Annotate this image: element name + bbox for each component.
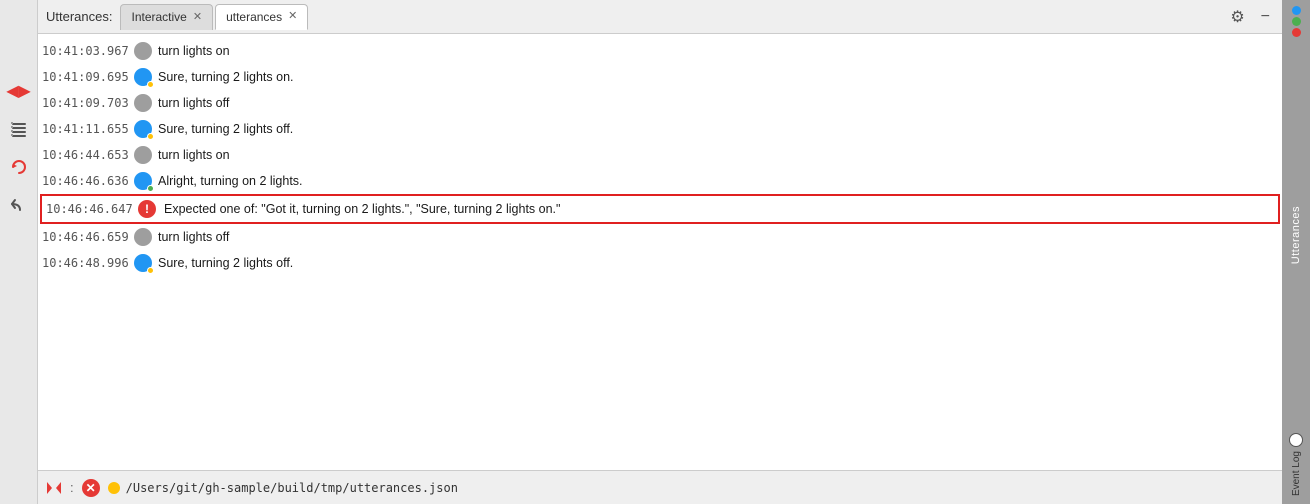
timestamp: 10:46:46.636 [42, 174, 132, 188]
blue-dot-icon [1292, 6, 1301, 15]
red-dot-icon [1292, 28, 1301, 37]
log-message: Alright, turning on 2 lights. [158, 174, 1274, 188]
tab-bar: Utterances: Interactive ✕ utterances ✕ ⚙… [38, 0, 1282, 34]
log-message: turn lights off [158, 230, 1274, 244]
timestamp: 10:46:46.659 [42, 230, 132, 244]
log-row: 10:41:09.695 Sure, turning 2 lights on. [38, 64, 1282, 90]
log-row: 10:46:44.653 turn lights on [38, 142, 1282, 168]
list-icon[interactable] [8, 118, 30, 140]
log-message: turn lights on [158, 148, 1274, 162]
utterances-label: Utterances: [46, 9, 112, 24]
log-message: Sure, turning 2 lights off. [158, 256, 1274, 270]
agent-avatar-icon [132, 170, 154, 192]
error-log-row: 10:46:46.647 ! Expected one of: "Got it,… [40, 194, 1280, 224]
right-sidebar-top [1292, 0, 1301, 37]
main-content: Utterances: Interactive ✕ utterances ✕ ⚙… [38, 0, 1282, 504]
timestamp: 10:46:46.647 [46, 202, 136, 216]
settings-button[interactable]: ⚙ [1226, 5, 1248, 29]
timestamp: 10:41:09.703 [42, 96, 132, 110]
timestamp: 10:41:09.695 [42, 70, 132, 84]
tab-interactive-close[interactable]: ✕ [193, 12, 202, 23]
agent-avatar-icon [132, 66, 154, 88]
error-x-label: ✕ [86, 481, 96, 495]
utterances-sidebar-label[interactable]: Utterances [1290, 206, 1302, 264]
log-message: Sure, turning 2 lights on. [158, 70, 1274, 84]
agent-avatar-icon [132, 118, 154, 140]
file-path-area: /Users/git/gh-sample/build/tmp/utterance… [108, 481, 1274, 495]
agent-avatar-icon [132, 252, 154, 274]
tab-utterances-close[interactable]: ✕ [288, 11, 297, 22]
event-log-radio[interactable] [1289, 433, 1303, 447]
log-message: turn lights on [158, 44, 1274, 58]
error-icon: ! [136, 198, 158, 220]
log-area: 10:41:03.967 turn lights on 10:41:09.695… [38, 34, 1282, 470]
log-row: 10:41:09.703 turn lights off [38, 90, 1282, 116]
log-row: 10:46:48.996 Sure, turning 2 lights off. [38, 250, 1282, 276]
log-message: turn lights off [158, 96, 1274, 110]
error-status-icon: ✕ [82, 479, 100, 497]
file-path-text: /Users/git/gh-sample/build/tmp/utterance… [126, 481, 458, 495]
log-message: Sure, turning 2 lights off. [158, 122, 1274, 136]
log-row: 10:41:11.655 Sure, turning 2 lights off. [38, 116, 1282, 142]
error-message: Expected one of: "Got it, turning on 2 l… [164, 202, 1270, 216]
user-avatar-icon [132, 92, 154, 114]
tab-bar-actions: ⚙ − [1226, 5, 1282, 29]
separator: : [70, 480, 74, 495]
tab-utterances[interactable]: utterances ✕ [215, 4, 308, 30]
tab-utterances-label: utterances [226, 10, 282, 24]
left-sidebar: ◀▶ [0, 0, 38, 504]
log-row: 10:41:03.967 turn lights on [38, 38, 1282, 64]
tab-interactive[interactable]: Interactive ✕ [120, 4, 213, 30]
green-dot-icon [1292, 17, 1301, 26]
play-pause-button[interactable] [46, 480, 62, 496]
timestamp: 10:41:03.967 [42, 44, 132, 58]
timestamp: 10:46:48.996 [42, 256, 132, 270]
log-row: 10:46:46.659 turn lights off [38, 224, 1282, 250]
event-log-label: Event Log [1291, 451, 1302, 496]
tab-interactive-label: Interactive [131, 10, 186, 24]
minimize-button[interactable]: − [1257, 6, 1274, 28]
timestamp: 10:41:11.655 [42, 122, 132, 136]
user-avatar-icon [132, 40, 154, 62]
user-avatar-icon [132, 144, 154, 166]
refresh-icon[interactable] [8, 156, 30, 178]
log-row: 10:46:46.636 Alright, turning on 2 light… [38, 168, 1282, 194]
event-log-area: Event Log [1289, 433, 1303, 504]
play-stop-icon[interactable]: ◀▶ [8, 80, 30, 102]
right-sidebar: Utterances Event Log [1282, 0, 1310, 504]
undo-icon[interactable] [8, 194, 30, 216]
bottom-bar: : ✕ /Users/git/gh-sample/build/tmp/utter… [38, 470, 1282, 504]
timestamp: 10:46:44.653 [42, 148, 132, 162]
user-avatar-icon [132, 226, 154, 248]
file-dot-icon [108, 482, 120, 494]
